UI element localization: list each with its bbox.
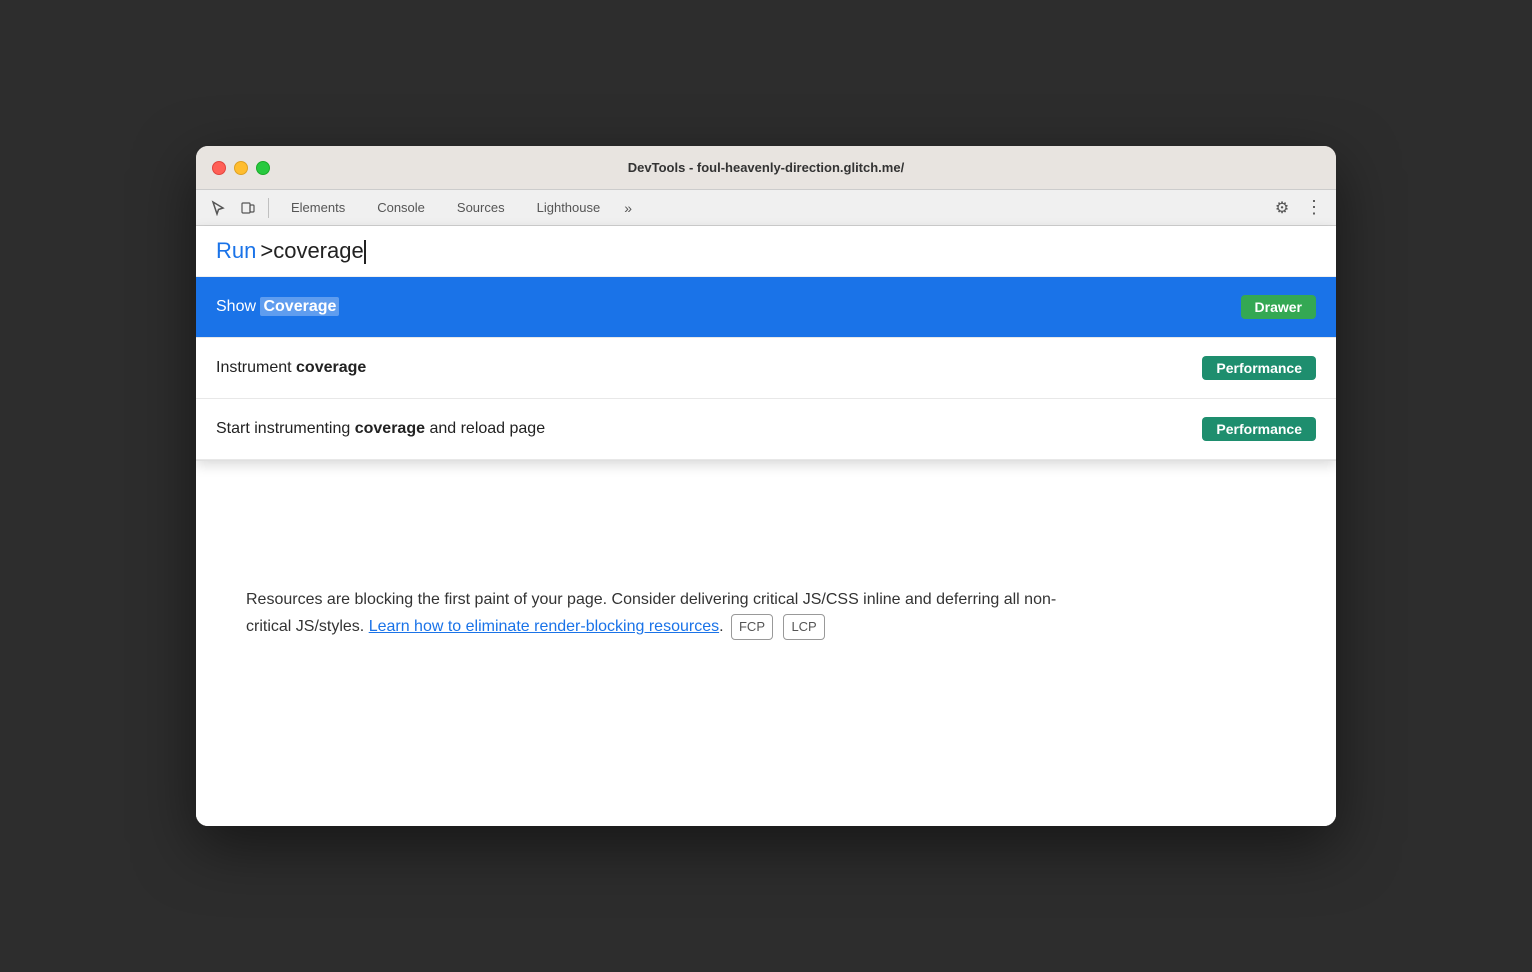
devtools-panel: Elements Console Sources Lighthouse » ⚙ — [196, 190, 1336, 826]
run-label: Run — [216, 238, 256, 264]
cursor-icon[interactable] — [204, 194, 232, 222]
title-bar: DevTools - foul-heavenly-direction.glitc… — [196, 146, 1336, 190]
toolbar-divider-1 — [268, 198, 269, 218]
window-title: DevTools - foul-heavenly-direction.glitc… — [628, 160, 904, 175]
render-blocking-link[interactable]: Learn how to eliminate render-blocking r… — [369, 618, 719, 635]
text-cursor — [364, 240, 366, 264]
maximize-button[interactable] — [256, 161, 270, 175]
devtools-toolbar: Elements Console Sources Lighthouse » ⚙ — [196, 190, 1336, 226]
device-toggle-icon[interactable] — [234, 194, 262, 222]
command-result-show-coverage[interactable]: Show Coverage Drawer — [196, 277, 1336, 338]
result-tag-drawer: Drawer — [1241, 295, 1316, 319]
more-tabs-button[interactable]: » — [616, 196, 640, 220]
description-text-part2: . — [719, 618, 728, 635]
command-input-row[interactable]: Run >coverage — [196, 226, 1336, 277]
close-button[interactable] — [212, 161, 226, 175]
result-text-start-instrumenting: Start instrumenting coverage and reload … — [216, 420, 1202, 438]
traffic-lights — [212, 161, 270, 175]
tab-lighthouse[interactable]: Lighthouse — [521, 194, 617, 221]
main-area: Run >coverage Show Coverage Drawer Instr… — [196, 226, 1336, 826]
settings-button[interactable]: ⚙ — [1268, 194, 1296, 222]
tab-elements[interactable]: Elements — [275, 194, 361, 221]
command-result-start-instrumenting[interactable]: Start instrumenting coverage and reload … — [196, 399, 1336, 460]
body-content: Resources are blocking the first paint o… — [216, 526, 1316, 670]
result-text-instrument-coverage: Instrument coverage — [216, 359, 1202, 377]
tab-bar: Elements Console Sources Lighthouse » — [275, 194, 1266, 221]
result-text-show-coverage: Show Coverage — [216, 298, 1241, 316]
lcp-badge: LCP — [783, 614, 824, 640]
more-options-button[interactable]: ⋮ — [1300, 194, 1328, 222]
result-tag-performance-1: Performance — [1202, 356, 1316, 380]
browser-window: DevTools - foul-heavenly-direction.glitc… — [196, 146, 1336, 826]
more-options-icon: ⋮ — [1305, 197, 1323, 218]
fcp-badge: FCP — [731, 614, 773, 640]
command-input-value: >coverage — [260, 238, 365, 264]
minimize-button[interactable] — [234, 161, 248, 175]
result-tag-performance-2: Performance — [1202, 417, 1316, 441]
description-paragraph: Resources are blocking the first paint o… — [246, 586, 1066, 640]
command-result-instrument-coverage[interactable]: Instrument coverage Performance — [196, 338, 1336, 399]
settings-icon: ⚙ — [1275, 198, 1289, 218]
toolbar-right: ⚙ ⋮ — [1268, 194, 1328, 222]
tab-console[interactable]: Console — [361, 194, 441, 221]
command-palette: Run >coverage Show Coverage Drawer Instr… — [196, 226, 1336, 461]
tab-sources[interactable]: Sources — [441, 194, 521, 221]
